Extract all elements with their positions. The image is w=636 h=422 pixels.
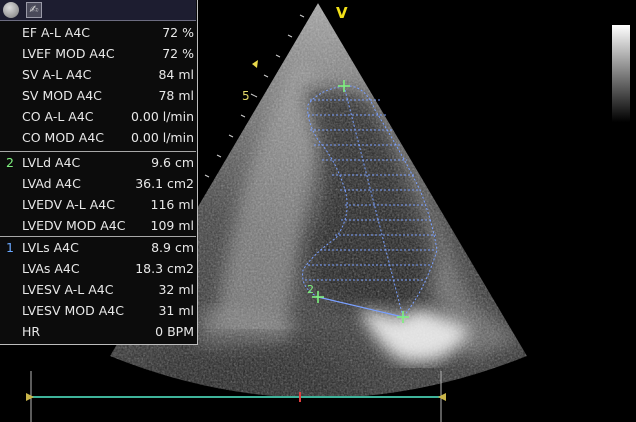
measurement-label: EF A-L A4C: [22, 25, 91, 40]
measurement-label: CO MOD A4C: [22, 130, 104, 145]
measurement-value: 0.00 l/min: [130, 109, 194, 124]
measurement-row[interactable]: LVEF MOD A4C 72 %: [0, 43, 196, 64]
panel-drag-icon[interactable]: ✍: [26, 2, 42, 18]
measurement-label: LVEDV A-L A4C: [22, 197, 115, 212]
measurement-row[interactable]: CO A-L A4C 0.00 l/min: [0, 106, 196, 127]
measurement-value: 72 %: [162, 46, 194, 61]
measurement-group-systole: 1 LVLs A4C 8.9 cm LVAs A4C 18.3 cm2 LVESV A…: [0, 236, 196, 342]
measurement-row[interactable]: LVESV A-L A4C 32 ml: [0, 279, 196, 300]
measurement-label: LVAd A4C: [22, 176, 81, 191]
measurement-value: 9.6 cm: [151, 155, 194, 170]
measurement-row[interactable]: SV MOD A4C 78 ml: [0, 85, 196, 106]
measurement-label: LVLs A4C: [22, 240, 79, 255]
measurement-label: CO A-L A4C: [22, 109, 94, 124]
measurement-value: 8.9 cm: [151, 240, 194, 255]
measurement-value: 109 ml: [150, 218, 194, 233]
measurement-label: LVAs A4C: [22, 261, 80, 276]
measurement-row[interactable]: LVEDV A-L A4C 116 ml: [0, 194, 196, 215]
panel-close-button[interactable]: [3, 2, 19, 18]
measurement-value: 84 ml: [158, 67, 194, 82]
measurement-row[interactable]: 2 LVLd A4C 9.6 cm: [0, 152, 196, 173]
measurement-value: 32 ml: [158, 282, 194, 297]
depth-label: 5: [242, 89, 250, 103]
measurement-label: LVEDV MOD A4C: [22, 218, 126, 233]
measurement-value: 0.00 l/min: [130, 130, 194, 145]
measurement-label: SV MOD A4C: [22, 88, 102, 103]
group-marker: 1: [6, 240, 14, 255]
grayscale-bar: [612, 25, 630, 122]
measurement-label: LVEF MOD A4C: [22, 46, 115, 61]
measurement-label: LVLd A4C: [22, 155, 81, 170]
focus-marker: [252, 60, 258, 68]
measurement-value: 72 %: [162, 25, 194, 40]
panel-titlebar[interactable]: ✍: [0, 0, 196, 21]
measurement-value: 36.1 cm2: [135, 176, 194, 191]
measurement-group-ef: EF A-L A4C 72 % LVEF MOD A4C 72 % SV A-L A…: [0, 22, 196, 148]
measurement-value: 0 BPM: [155, 324, 194, 339]
measurement-value: 18.3 cm2: [135, 261, 194, 276]
measurement-row[interactable]: EF A-L A4C 72 %: [0, 22, 196, 43]
orientation-marker: V: [336, 4, 348, 22]
measurement-row[interactable]: SV A-L A4C 84 ml: [0, 64, 196, 85]
measurement-panel: ✍ EF A-L A4C 72 % LVEF MOD A4C 72 % SV A-L…: [0, 0, 198, 345]
measurement-row[interactable]: LVEDV MOD A4C 109 ml: [0, 215, 196, 236]
measurement-row[interactable]: CO MOD A4C 0.00 l/min: [0, 127, 196, 148]
measurement-label: HR: [22, 324, 41, 339]
measurement-label: LVESV A-L A4C: [22, 282, 114, 297]
ultrasound-screen: V 5 2 ✍ EF A-L A4C 72 % LVEF MOD A4C 72 % …: [0, 0, 636, 422]
measurement-label: LVESV MOD A4C: [22, 303, 124, 318]
group-marker: 2: [6, 155, 14, 170]
measurement-group-diastole: 2 LVLd A4C 9.6 cm LVAd A4C 36.1 cm2 LVEDV A…: [0, 151, 196, 236]
measurement-value: 31 ml: [158, 303, 194, 318]
measurement-row[interactable]: LVAd A4C 36.1 cm2: [0, 173, 196, 194]
measurement-value: 116 ml: [150, 197, 194, 212]
measurement-row[interactable]: 1 LVLs A4C 8.9 cm: [0, 237, 196, 258]
measurement-row[interactable]: HR 0 BPM: [0, 321, 196, 342]
measurement-row[interactable]: LVESV MOD A4C 31 ml: [0, 300, 196, 321]
measurement-row[interactable]: LVAs A4C 18.3 cm2: [0, 258, 196, 279]
measurement-label: SV A-L A4C: [22, 67, 92, 82]
trace-label: 2: [307, 283, 314, 296]
measurement-value: 78 ml: [158, 88, 194, 103]
